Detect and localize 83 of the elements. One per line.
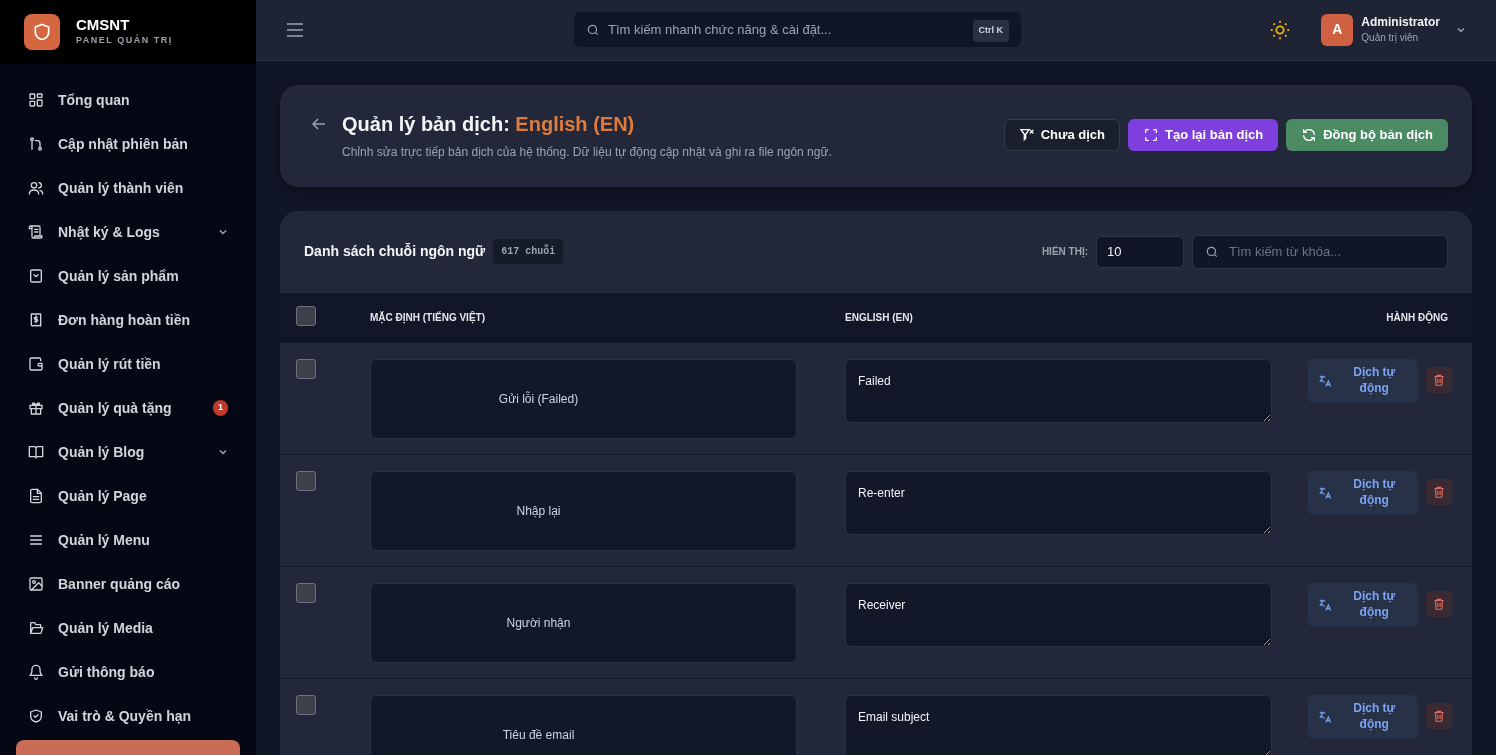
image-icon [28,576,44,592]
checkbox[interactable] [296,470,316,491]
sidebar-item[interactable]: Tổng quan [0,78,256,122]
checkbox[interactable] [296,358,316,379]
auto-translate-button[interactable]: Dịch tự động [1308,582,1418,627]
sync-button[interactable]: Đồng bộ bản dịch [1286,118,1448,151]
sidebar-item[interactable]: Gửi thông báo [0,650,256,694]
gift-icon [28,400,44,416]
book-icon [28,444,44,460]
bell-icon [28,664,44,680]
table-title: Danh sách chuỗi ngôn ngữ [304,242,486,262]
folder-icon [28,620,44,636]
page-size-select[interactable]: 10 [1096,235,1184,268]
sidebar-item[interactable]: Quản lý Menu [0,518,256,562]
source-text-cell: Nhập lại [370,470,797,551]
checkbox[interactable] [296,305,316,326]
sidebar-item[interactable]: Quản lý Blog [0,430,256,474]
receipt-icon [28,312,44,328]
delete-button[interactable] [1426,366,1452,393]
translation-field[interactable]: Failed [845,358,1272,423]
translation-field[interactable]: Re-enter [845,470,1272,535]
translation-field[interactable]: Email subject [845,694,1272,755]
page-subtitle: Chỉnh sửa trực tiếp bản dịch của hệ thống. Dữ liệu tự động cập nhật và ghi ra file ngôn ngữ. [342,143,832,161]
brand-name: CMSNT [76,17,131,34]
shopping-bag-icon [28,268,44,284]
trash-icon [1432,372,1446,387]
delete-button[interactable] [1426,590,1452,617]
column-header: ENGLISH (EN) [845,311,914,326]
sidebar-item[interactable]: Banner quảng cáo [0,562,256,606]
filter-icon [1018,126,1035,143]
auto-translate-button[interactable]: Dịch tự động [1308,694,1418,739]
user-name: Administrator [1361,15,1440,30]
trash-icon [1432,484,1446,499]
brand-subtitle: PANEL QUẢN TRỊ [76,33,173,47]
wallet-icon [28,356,44,372]
document-icon [28,488,44,504]
focus-frame-icon [1143,126,1159,143]
count-badge: 617 chuỗi [493,239,564,265]
show-label: HIỂN THỊ: [1041,244,1088,260]
user-avatar[interactable]: A [1321,13,1354,46]
shield-logo-icon [24,14,60,50]
users-icon [28,180,44,196]
shortcut-hint: Ctrl K [972,20,1009,42]
checkbox[interactable] [296,694,316,715]
menu-icon[interactable] [286,21,304,38]
sidebar-item[interactable]: Quản lý quà tặng 1 [0,386,256,430]
back-arrow-icon[interactable] [312,116,326,131]
sidebar-item[interactable]: Quản lý Page [0,474,256,518]
sidebar-item[interactable]: Nhật ký & Logs [0,210,256,254]
search-icon [1205,244,1219,259]
source-text-cell: Gửi lỗi (Failed) [370,358,797,439]
untranslated-filter-button[interactable]: Chưa dịch [1003,118,1120,151]
column-header: MẶC ĐỊNH (TIẾNG VIỆT) [370,310,486,326]
sidebar-item[interactable]: Quản lý sản phẩm [0,254,256,298]
translation-field[interactable]: Receiver [845,582,1272,647]
checkbox[interactable] [296,582,316,603]
shield-check-icon [28,708,44,724]
grid-icon [28,92,44,108]
source-text-cell: Tiêu đề email [370,694,797,755]
scroll-icon [28,224,44,240]
auto-translate-button[interactable]: Dịch tự động [1308,358,1418,403]
keyword-search-field[interactable]: Tìm kiếm từ khóa... [1192,234,1448,269]
sidebar-item[interactable]: Cập nhật phiên bản [0,122,256,166]
delete-button[interactable] [1426,478,1452,505]
refresh-icon [1301,126,1318,143]
column-header: HÀNH ĐỘNG [1385,310,1448,326]
sidebar-item[interactable]: Quản lý thành viên [0,166,256,210]
source-text-cell: Người nhận [370,582,797,663]
regenerate-button[interactable]: Tạo lại bản dịch [1128,118,1279,151]
sun-icon[interactable] [1269,18,1292,41]
notification-badge: 1 [213,400,228,416]
trash-icon [1432,708,1446,723]
sidebar-item[interactable]: Quản lý rút tiền [0,342,256,386]
list-icon [28,532,44,548]
delete-button[interactable] [1426,702,1452,729]
auto-translate-button[interactable]: Dịch tự động [1308,470,1418,515]
sidebar-item[interactable]: Vai trò & Quyền hạn [0,694,256,738]
page-title: Quản lý bản dịch: English (EN) [342,111,636,137]
trash-icon [1432,596,1446,611]
branch-icon [28,136,44,152]
user-role: Quản trị viên [1361,30,1419,45]
sidebar-item[interactable]: Đơn hàng hoàn tiền [0,298,256,342]
sidebar-item[interactable]: Quản lý Media [0,606,256,650]
